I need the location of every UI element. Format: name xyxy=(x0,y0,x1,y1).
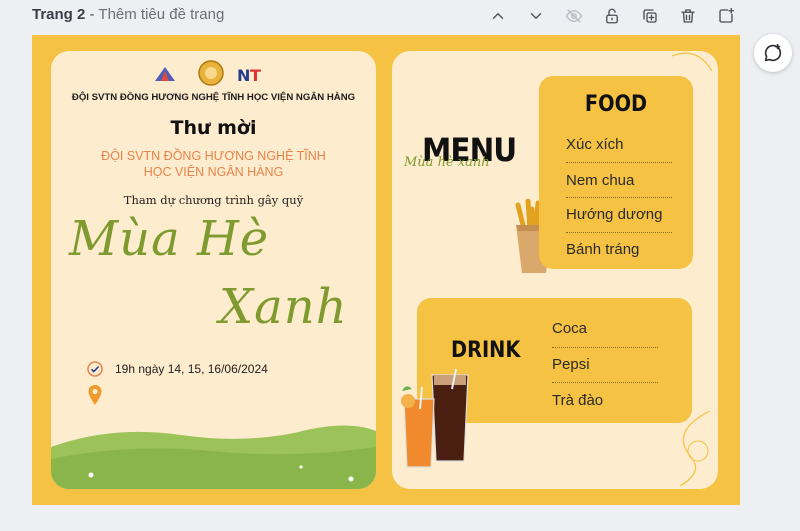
duplicate-icon[interactable] xyxy=(638,4,662,28)
food-item: Xúc xích xyxy=(566,136,624,153)
event-time-text: 19h ngày 14, 15, 16/06/2024 xyxy=(115,362,268,376)
invitation-title: Thư mời xyxy=(170,117,257,139)
page-header: Trang 2 - Thêm tiêu đề trang xyxy=(0,0,800,34)
drinks-illustration xyxy=(401,369,469,468)
divider xyxy=(566,197,672,198)
logos: N T xyxy=(155,60,261,86)
page-title[interactable]: Trang 2 - Thêm tiêu đề trang xyxy=(32,6,224,23)
chevron-down-icon[interactable] xyxy=(524,4,548,28)
add-comment-button[interactable] xyxy=(754,34,792,72)
eye-off-icon[interactable] xyxy=(562,4,586,28)
page-subtitle[interactable]: Thêm tiêu đề trang xyxy=(98,6,224,23)
divider xyxy=(552,382,658,383)
event-title-line-2: Xanh xyxy=(219,279,348,335)
drink-item: Coca xyxy=(552,320,588,337)
seal-logo-icon xyxy=(198,60,224,86)
page-label: Trang 2 xyxy=(32,6,86,23)
menu-card[interactable]: MENU Mùa hè xanh FOOD Xúc xích Nem chua … xyxy=(392,51,718,489)
check-circle-icon xyxy=(87,361,103,377)
food-item: Nem chua xyxy=(566,172,635,189)
location-pin-icon xyxy=(88,385,102,405)
food-item: Hướng dương xyxy=(566,206,663,223)
lotus-logo-icon xyxy=(155,67,175,81)
event-title-line-1: Mùa Hè xyxy=(69,211,270,267)
grass-hill-illustration xyxy=(51,425,376,489)
divider xyxy=(566,162,672,163)
add-page-icon[interactable] xyxy=(714,4,738,28)
divider xyxy=(566,232,672,233)
organization-line-2: HỌC VIỆN NGÂN HÀNG xyxy=(143,165,284,179)
attend-text: Tham dự chương trình gây quỹ xyxy=(123,193,304,207)
peach-tea-glass xyxy=(401,386,435,468)
organization-subtitle: ĐỘI SVTN ĐỒNG HƯƠNG NGHỆ TĨNH HỌC VIỆN N… xyxy=(51,148,376,180)
svg-text:N: N xyxy=(237,66,250,85)
drink-title: DRINK xyxy=(451,338,521,363)
page-toolbar xyxy=(486,4,738,28)
drink-item: Trà đào xyxy=(552,392,604,409)
trash-icon[interactable] xyxy=(676,4,700,28)
chevron-up-icon[interactable] xyxy=(486,4,510,28)
cola-glass xyxy=(431,369,469,462)
menu-subheading: Mùa hè xanh xyxy=(404,155,490,170)
organization-name: ĐỘI SVTN ĐỒNG HƯƠNG NGHỆ TĨNH HỌC VIỆN N… xyxy=(71,92,356,103)
divider xyxy=(552,347,658,348)
unlock-icon[interactable] xyxy=(600,4,624,28)
svg-text:T: T xyxy=(250,66,261,85)
organization-line-1: ĐỘI SVTN ĐỒNG HƯƠNG NGHỆ TĨNH xyxy=(101,149,326,163)
design-canvas[interactable]: N T ĐỘI SVTN ĐỒNG HƯƠNG NGHỆ TĨNH HỌC VI… xyxy=(32,35,740,505)
food-title: FOOD xyxy=(584,92,648,117)
food-item: Bánh tráng xyxy=(566,241,640,258)
event-time: 19h ngày 14, 15, 16/06/2024 xyxy=(87,361,268,377)
drink-item: Pepsi xyxy=(552,356,590,373)
invitation-card[interactable]: N T ĐỘI SVTN ĐỒNG HƯƠNG NGHỆ TĨNH HỌC VI… xyxy=(51,51,376,489)
nt-logo-icon: N T xyxy=(237,66,261,85)
page-title-separator: - xyxy=(85,6,99,23)
comment-plus-icon xyxy=(764,43,782,62)
food-section: FOOD Xúc xích Nem chua Hướng dương Bánh … xyxy=(539,76,693,269)
